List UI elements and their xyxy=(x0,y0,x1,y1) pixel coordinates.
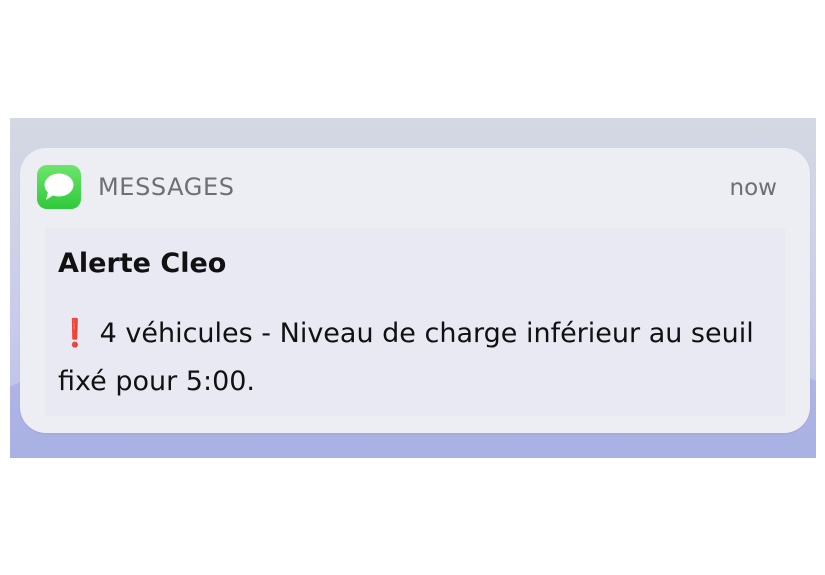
messages-icon xyxy=(37,165,81,209)
notification-timestamp: now xyxy=(729,175,777,201)
notification-message: ❗ 4 véhicules - Niveau de charge inférieu… xyxy=(58,310,763,406)
message-notification[interactable]: MESSAGES now Alerte Cleo ❗ 4 véhicules - … xyxy=(20,148,810,433)
notification-body: Alerte Cleo ❗ 4 véhicules - Niveau de cha… xyxy=(45,228,785,416)
notification-message-text: 4 véhicules - Niveau de charge inférieur… xyxy=(58,318,754,397)
notification-title: Alerte Cleo xyxy=(58,248,227,279)
exclamation-icon: ❗ xyxy=(58,318,92,349)
notification-header: MESSAGES now xyxy=(20,148,810,226)
app-name: MESSAGES xyxy=(98,173,235,201)
speech-bubble-icon xyxy=(44,173,74,200)
